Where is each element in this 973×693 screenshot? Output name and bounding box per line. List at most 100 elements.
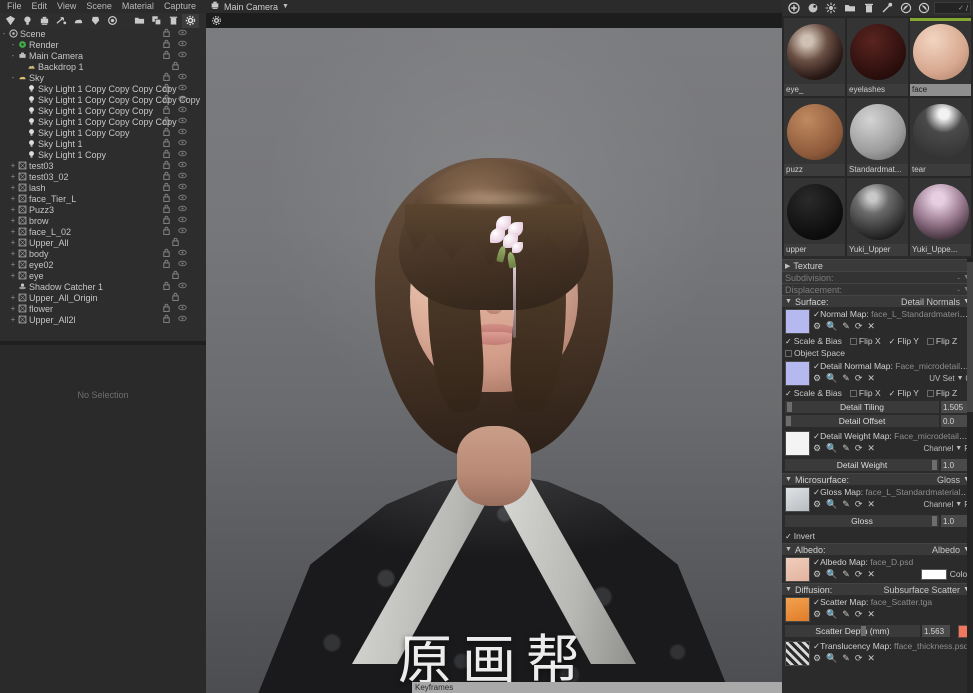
lock-icon[interactable] [162,83,171,94]
gear-icon[interactable]: ⚙ [813,653,821,664]
visibility-icon[interactable] [178,50,187,61]
detail-weight-map-thumbnail[interactable] [785,431,810,456]
invert-checkbox[interactable]: ✓ [785,532,792,541]
remove-icon[interactable]: ✕ [867,569,875,580]
outliner-row-eye02[interactable]: + eye02 [0,259,206,270]
material-swatch-upper[interactable]: upper [784,178,845,256]
outliner-row-backdrop-1[interactable]: Backdrop 1 [0,61,206,72]
diffusion-preset-value[interactable]: Subsurface Scatter [884,585,961,595]
sphere-preview-icon[interactable] [896,1,915,15]
detail-weight-channel-selector[interactable]: Channel▼R [923,444,970,453]
detail-tiling-slider[interactable]: Detail Tiling 1.505 [785,401,969,413]
material-swatch-eyelashes[interactable]: eyelashes [847,18,908,96]
detail-weight-slider[interactable]: Detail Weight 1.0 [785,459,969,471]
lock-icon[interactable] [162,182,171,193]
section-albedo[interactable]: ▼ Albedo: Albedo▼ [782,543,973,555]
lock-icon[interactable] [162,39,171,50]
edit-icon[interactable]: ✎ [842,609,850,620]
expander-toggle[interactable]: + [9,249,17,258]
search-icon[interactable]: 🔍 [826,321,837,332]
reload-icon[interactable]: ⟳ [855,499,863,510]
timeline-bar[interactable]: Keyframes [412,682,782,693]
scene-outliner[interactable]: - Scene - Render - Main Camera Backdrop 1- Sky S… [0,28,206,341]
reload-icon[interactable]: ⟳ [855,653,863,664]
menu-item-edit[interactable]: Edit [27,0,53,13]
visibility-icon[interactable] [178,182,187,193]
expander-toggle[interactable]: + [9,260,17,269]
expander-toggle[interactable]: - [9,73,17,82]
section-diffusion[interactable]: ▼ Diffusion: Subsurface Scatter▼ [782,583,973,595]
scatter-depth-slider[interactable]: Scatter Depth (mm) 1.563 [785,625,950,637]
material-icon[interactable] [87,14,104,28]
albedo-preset-value[interactable]: Albedo [932,545,960,555]
gloss-knob[interactable] [932,516,937,526]
pick-material-icon[interactable] [878,1,897,15]
lock-icon[interactable] [162,116,171,127]
outliner-row-lash[interactable]: + lash [0,182,206,193]
add-material-icon[interactable] [785,1,804,15]
expander-toggle[interactable]: + [9,161,17,170]
clear-material-icon[interactable] [822,1,841,15]
search-icon[interactable]: 🔍 [826,609,837,620]
section-displacement[interactable]: Displacement: -▼ [782,283,973,295]
expander-toggle[interactable]: + [9,172,17,181]
outliner-row-face-tier-l[interactable]: + face_Tier_L [0,193,206,204]
lock-icon[interactable] [162,226,171,237]
outliner-row-flower[interactable]: + flower [0,303,206,314]
transform-icon[interactable] [53,14,70,28]
material-swatch-grid[interactable]: eye_ eyelashes face puzz Standardmat... tear u… [782,16,973,256]
settings-icon[interactable] [182,13,199,28]
lock-icon[interactable] [162,72,171,83]
edit-icon[interactable]: ✎ [842,569,850,580]
render-icon[interactable] [104,14,121,28]
flag-scale-bias[interactable]: ✓ Scale & Bias [785,336,842,346]
reload-icon[interactable]: ⟳ [855,569,863,580]
gear-icon[interactable]: ⚙ [813,569,821,580]
outliner-row-render[interactable]: - Render [0,39,206,50]
visibility-icon[interactable] [178,28,187,39]
expander-toggle[interactable]: + [9,216,17,225]
lock-icon[interactable] [162,160,171,171]
detail-flag-flip-x[interactable]: Flip X [849,388,881,398]
search-icon[interactable]: 🔍 [826,569,837,580]
material-swatch-tear[interactable]: tear [910,98,971,176]
detail-tiling-value[interactable]: 1.505 [941,401,969,413]
detail-weight-knob[interactable] [932,460,937,470]
outliner-row-upper-all[interactable]: + Upper_All [0,237,206,248]
lock-icon[interactable] [162,50,171,61]
material-swatch-eye-[interactable]: eye_ [784,18,845,96]
gear-icon[interactable]: ⚙ [813,321,821,332]
duplicate-icon[interactable] [148,14,165,28]
visibility-icon[interactable] [178,116,187,127]
detail-flag-flip-y[interactable]: ✓ Flip Y [889,388,919,398]
material-swatch-puzz[interactable]: puzz [784,98,845,176]
lock-icon[interactable] [162,94,171,105]
outliner-row-sky-light-1-copy-copy[interactable]: Sky Light 1 Copy Copy [0,127,206,138]
lock-icon[interactable] [162,138,171,149]
search-icon[interactable]: 🔍 [826,373,837,384]
edit-icon[interactable]: ✎ [842,653,850,664]
lock-icon[interactable] [162,259,171,270]
sky-icon[interactable] [70,14,87,28]
menu-item-material[interactable]: Material [117,0,159,13]
scatter-map-thumbnail[interactable] [785,597,810,622]
invert-row[interactable]: ✓ Invert [782,529,973,543]
reload-icon[interactable]: ⟳ [855,609,863,620]
material-swatch-standardmat-[interactable]: Standardmat... [847,98,908,176]
visibility-icon[interactable] [178,105,187,116]
gear-icon[interactable] [209,14,223,28]
outliner-row-eye[interactable]: + eye [0,270,206,281]
visibility-icon[interactable] [178,303,187,314]
lock-icon[interactable] [162,193,171,204]
section-surface[interactable]: ▼ Surface: Detail Normals▼ [782,295,973,307]
search-icon[interactable]: 🔍 [826,653,837,664]
outliner-row-scene[interactable]: - Scene [0,28,206,39]
remove-icon[interactable]: ✕ [867,609,875,620]
menu-item-view[interactable]: View [52,0,81,13]
normal-map-thumbnail[interactable] [785,309,810,334]
flag-flip-z[interactable]: Flip Z [926,336,957,346]
lock-icon[interactable] [162,28,171,39]
lock-icon[interactable] [162,248,171,259]
expander-toggle[interactable]: + [9,315,17,324]
lock-icon[interactable] [171,61,180,72]
